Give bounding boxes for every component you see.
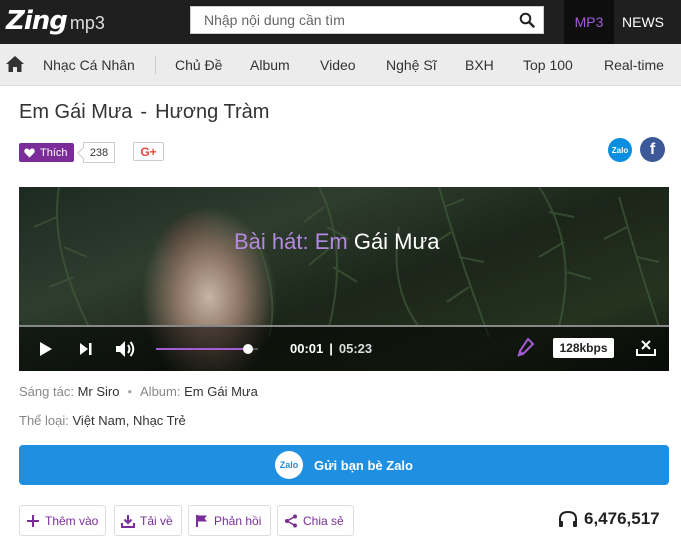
volume-slider[interactable] xyxy=(156,344,258,354)
song-title: Em Gái Mưa - Hương Tràm xyxy=(19,101,269,124)
title-separator: - xyxy=(140,101,148,123)
album-link[interactable]: Em Gái Mưa xyxy=(184,384,258,399)
credits-dot: • xyxy=(127,384,133,399)
headphones-icon xyxy=(559,510,577,527)
listen-count-value: 6,476,517 xyxy=(584,509,660,528)
player-controls: 00:01 | 05:23 128kbps xyxy=(19,327,669,371)
logo-brand: Zing xyxy=(6,6,68,36)
search-input[interactable] xyxy=(191,7,511,33)
genre-label: Thể loại: xyxy=(19,413,69,428)
like-label: Thích xyxy=(40,146,68,159)
add-to-button[interactable]: Thêm vào xyxy=(19,505,106,536)
nav-item-realtime[interactable]: Real-time xyxy=(604,44,664,86)
volume-level xyxy=(156,348,248,350)
music-player: Bài hát: Em Gái Mưa 00:01 | 05:23 128kbps xyxy=(19,187,669,371)
quality-button[interactable]: 128kbps xyxy=(553,338,614,358)
search-box xyxy=(190,6,544,34)
artist-link[interactable]: Hương Tràm xyxy=(155,101,269,123)
facebook-share-icon[interactable]: f xyxy=(640,137,665,162)
tab-news[interactable]: NEWS xyxy=(614,0,672,44)
nav-item-chart[interactable]: BXH xyxy=(465,44,494,86)
player-caption: Bài hát: Em Gái Mưa xyxy=(234,229,439,255)
zalo-share-icon[interactable]: Zalo xyxy=(608,138,632,162)
caption-prefix: Bài hát: Em xyxy=(234,229,348,254)
song-genres: Thể loại: Việt Nam, Nhạc Trẻ xyxy=(19,413,186,428)
nav-item-top100[interactable]: Top 100 xyxy=(523,44,573,86)
genre-links[interactable]: Việt Nam, Nhạc Trẻ xyxy=(73,413,186,428)
plus-icon xyxy=(27,514,39,527)
send-zalo-label: Gửi bạn bè Zalo xyxy=(314,457,413,473)
nav-item-personal-music[interactable]: Nhạc Cá Nhân xyxy=(43,44,135,86)
add-to-label: Thêm vào xyxy=(45,513,99,528)
search-icon[interactable] xyxy=(519,12,535,28)
song-name: Em Gái Mưa xyxy=(19,101,133,123)
composer-label: Sáng tác: xyxy=(19,384,74,399)
send-zalo-button[interactable]: Zalo Gửi bạn bè Zalo xyxy=(19,445,669,485)
time-display: 00:01 | 05:23 xyxy=(290,341,372,356)
time-separator: | xyxy=(329,341,333,356)
song-credits: Sáng tác: Mr Siro • Album: Em Gái Mưa xyxy=(19,384,258,399)
top-bar: Zing mp3 MP3 NEWS xyxy=(0,0,681,44)
time-total: 05:23 xyxy=(338,341,373,356)
like-count: 238 xyxy=(83,142,115,163)
time-current: 00:01 xyxy=(290,341,324,356)
caption-suffix: Gái Mưa xyxy=(347,229,440,254)
nav-item-topics[interactable]: Chủ Đề xyxy=(175,44,222,86)
feedback-label: Phản hồi xyxy=(214,513,262,528)
share-icon xyxy=(285,514,297,527)
nav-item-artists[interactable]: Nghệ Sĩ xyxy=(386,44,437,86)
download-label: Tải về xyxy=(140,513,173,528)
volume-knob[interactable] xyxy=(242,344,253,354)
download-button[interactable]: Tải về xyxy=(114,505,182,536)
nav-item-video[interactable]: Video xyxy=(320,44,356,86)
like-button[interactable]: Thích xyxy=(19,143,74,162)
tab-mp3[interactable]: MP3 xyxy=(564,0,614,44)
home-icon[interactable] xyxy=(5,55,25,73)
volume-icon[interactable] xyxy=(115,339,137,359)
album-label: Album: xyxy=(140,384,181,399)
fullscreen-icon[interactable] xyxy=(636,339,656,357)
zing-mp3-logo[interactable]: Zing mp3 xyxy=(6,4,105,38)
download-icon xyxy=(121,514,135,528)
share-button[interactable]: Chia sẻ xyxy=(277,505,354,536)
logo-suffix: mp3 xyxy=(69,12,105,33)
flag-icon xyxy=(196,514,207,527)
main-nav: Nhạc Cá Nhân Chủ Đề Album Video Nghệ Sĩ … xyxy=(0,44,681,86)
share-label: Chia sẻ xyxy=(303,513,344,528)
lyrics-mic-icon[interactable] xyxy=(516,338,534,358)
listen-count: 6,476,517 xyxy=(558,509,660,529)
play-icon[interactable] xyxy=(39,341,53,357)
feedback-button[interactable]: Phản hồi xyxy=(188,505,271,536)
composer-link[interactable]: Mr Siro xyxy=(78,384,120,399)
nav-item-album[interactable]: Album xyxy=(250,44,290,86)
google-plus-button[interactable]: G+ xyxy=(133,142,164,161)
next-track-icon[interactable] xyxy=(79,342,92,356)
nav-divider xyxy=(155,56,156,74)
heart-icon xyxy=(24,148,35,157)
zalo-icon: Zalo xyxy=(275,451,303,479)
